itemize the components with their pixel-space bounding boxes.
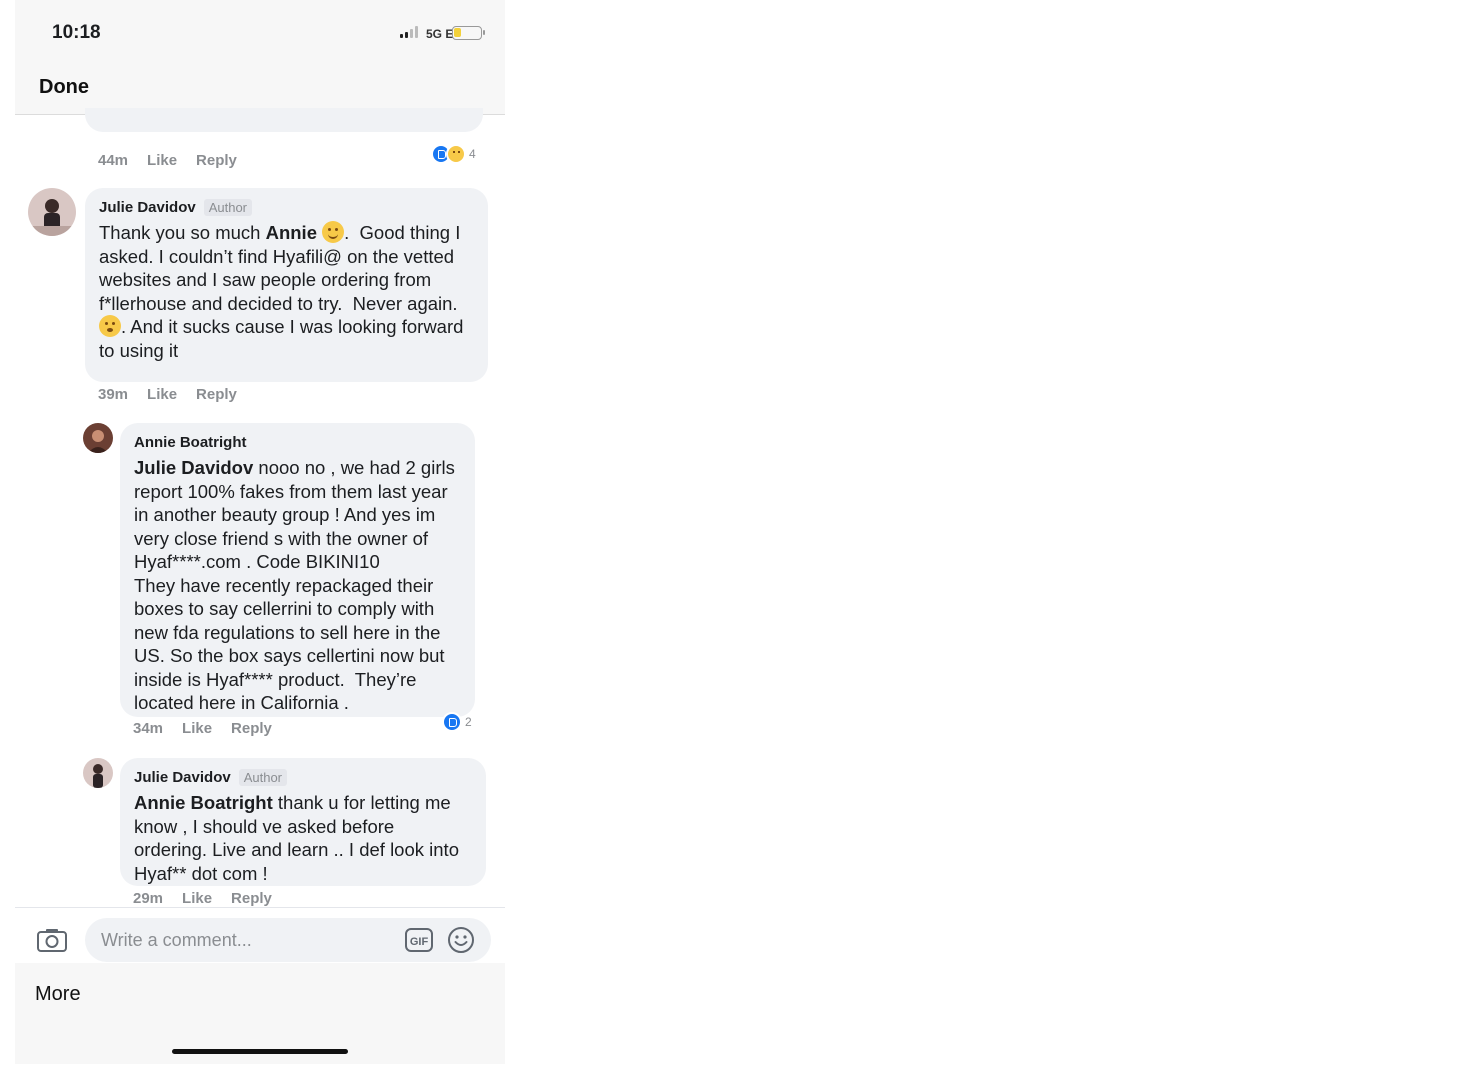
reaction-count: 2 bbox=[465, 715, 472, 729]
status-time: 10:18 bbox=[52, 22, 101, 43]
bottom-bar: More bbox=[15, 963, 505, 1064]
comment-meta: 34m Like Reply bbox=[133, 720, 272, 737]
comment-text: Thank you so much Annie . Good thing I a… bbox=[99, 221, 474, 362]
comment-text: Annie Boatright thank u for letting me k… bbox=[134, 791, 472, 885]
comment-time: 44m bbox=[98, 152, 129, 169]
comment-text-part: Thank you so much bbox=[99, 222, 266, 243]
comment-text-part: . And it sucks cause I was looking forwa… bbox=[99, 316, 469, 361]
comment-author[interactable]: Julie Davidov bbox=[134, 769, 231, 786]
comment-text: Julie Davidov nooo no , we had 2 girls r… bbox=[134, 456, 461, 715]
comment-mention[interactable]: Annie Boatright bbox=[134, 792, 273, 813]
reaction-summary[interactable]: 4 bbox=[431, 144, 476, 164]
author-badge: Author bbox=[203, 198, 253, 216]
previous-comment-meta: 44m Like Reply bbox=[98, 152, 237, 169]
like-button[interactable]: Like bbox=[147, 386, 177, 403]
avatar[interactable] bbox=[83, 758, 113, 788]
avatar[interactable] bbox=[28, 188, 76, 236]
comment-meta: 29m Like Reply bbox=[133, 890, 272, 907]
battery-fill bbox=[454, 28, 461, 37]
done-button[interactable]: Done bbox=[39, 76, 89, 99]
signal-icon bbox=[400, 26, 418, 38]
gif-label: GIF bbox=[410, 936, 429, 948]
reply-button[interactable]: Reply bbox=[231, 890, 272, 907]
camera-icon[interactable] bbox=[37, 928, 67, 952]
comment-time: 39m bbox=[98, 386, 129, 403]
comment-input-field[interactable]: GIF bbox=[85, 918, 491, 962]
emoji-icon[interactable] bbox=[447, 926, 475, 954]
more-button[interactable]: More bbox=[35, 983, 81, 1006]
status-bar: 10:18 5G E bbox=[15, 0, 505, 62]
like-button[interactable]: Like bbox=[182, 720, 212, 737]
comment-bubble: Julie Davidov Author Thank you so much A… bbox=[85, 188, 488, 382]
battery-icon bbox=[452, 26, 485, 40]
comment-mention[interactable]: Julie Davidov bbox=[134, 457, 253, 478]
previous-comment-bubble bbox=[85, 108, 483, 132]
flushed-emoji-icon bbox=[99, 315, 121, 337]
comment-input[interactable] bbox=[99, 926, 393, 954]
reaction-count: 4 bbox=[469, 147, 476, 161]
comment-author[interactable]: Julie Davidov bbox=[99, 199, 196, 216]
home-indicator[interactable] bbox=[172, 1049, 348, 1054]
smiling-emoji-icon bbox=[322, 221, 345, 243]
reply-button[interactable]: Reply bbox=[231, 720, 272, 737]
gif-icon[interactable]: GIF bbox=[405, 928, 433, 952]
comment-author[interactable]: Annie Boatright bbox=[134, 434, 247, 451]
network-label: 5G E bbox=[426, 27, 454, 41]
comment-time: 29m bbox=[133, 890, 164, 907]
avatar[interactable] bbox=[83, 423, 113, 453]
phone-screen: 10:18 5G E Done 44m Like Reply 4 Julie D… bbox=[15, 0, 505, 1064]
like-reaction-icon bbox=[442, 712, 462, 732]
reply-button[interactable]: Reply bbox=[196, 386, 237, 403]
comment-bubble: Julie Davidov Author Annie Boatright tha… bbox=[120, 758, 486, 886]
comment-meta: 39m Like Reply bbox=[98, 386, 237, 403]
reaction-summary[interactable]: 2 bbox=[442, 712, 472, 732]
comment-time: 34m bbox=[133, 720, 164, 737]
like-button[interactable]: Like bbox=[147, 152, 177, 169]
sad-reaction-icon bbox=[446, 144, 466, 164]
comment-composer: GIF bbox=[15, 907, 505, 964]
reply-button[interactable]: Reply bbox=[196, 152, 237, 169]
comment-mention[interactable]: Annie bbox=[266, 222, 317, 243]
like-button[interactable]: Like bbox=[182, 890, 212, 907]
author-badge: Author bbox=[238, 768, 288, 786]
comment-text-part: nooo no , we had 2 girls report 100% fak… bbox=[134, 457, 455, 713]
comment-bubble: Annie Boatright Julie Davidov nooo no , … bbox=[120, 423, 475, 717]
